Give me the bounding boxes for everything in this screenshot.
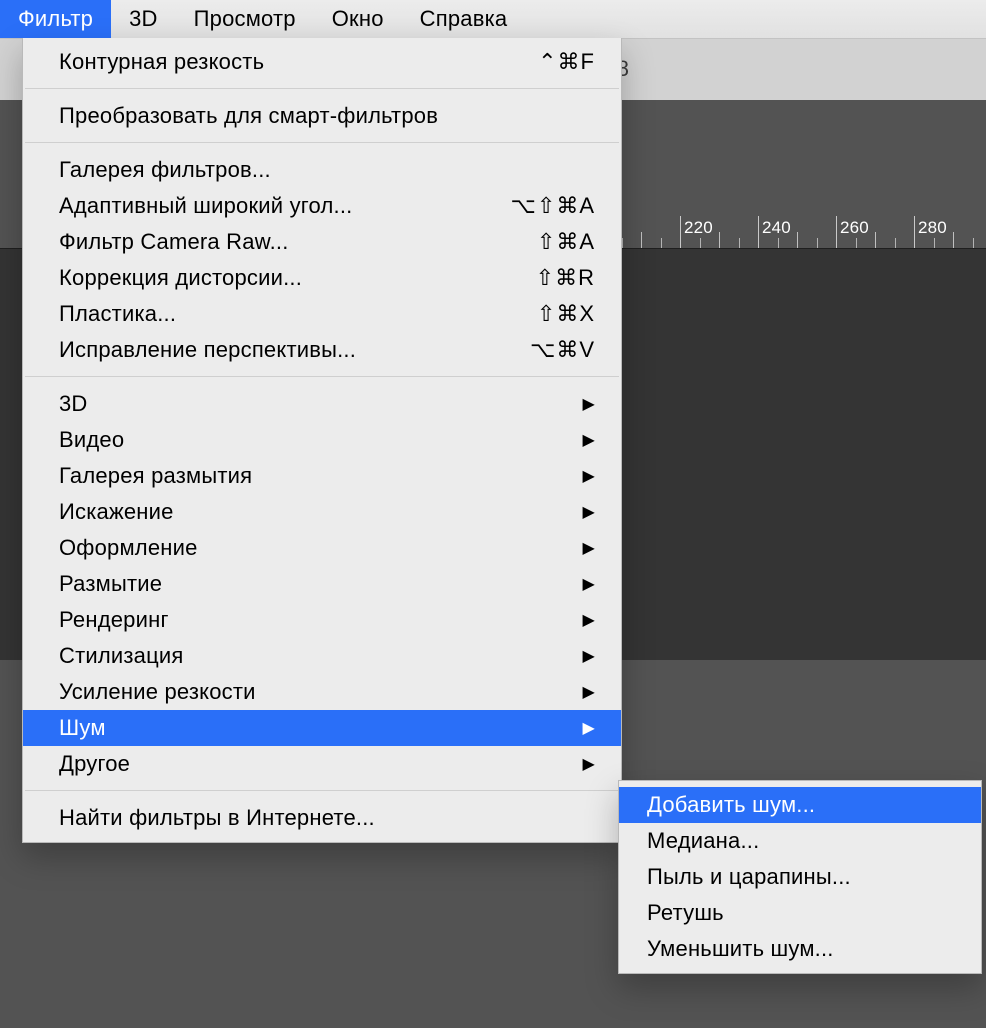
menu-item-shortcut: ⇧⌘A	[537, 229, 595, 255]
submenu-item-label: Медиана...	[647, 828, 759, 854]
menu-item[interactable]: Искажение▶	[23, 494, 621, 530]
menu-item-label: Фильтр Camera Raw...	[59, 229, 537, 255]
menu-item-label: Видео	[59, 427, 582, 453]
menu-item-label: Оформление	[59, 535, 582, 561]
menubar-item-справка[interactable]: Справка	[402, 0, 526, 38]
menu-item-label: Стилизация	[59, 643, 582, 669]
submenu-arrow-icon: ▶	[582, 538, 595, 558]
menu-item[interactable]: Шум▶	[23, 710, 621, 746]
menu-item-label: Адаптивный широкий угол...	[59, 193, 511, 219]
menu-item[interactable]: Галерея размытия▶	[23, 458, 621, 494]
menu-item-label: 3D	[59, 391, 582, 417]
ruler-label: 280	[918, 218, 947, 238]
submenu-item[interactable]: Уменьшить шум...	[619, 931, 981, 967]
menu-separator	[25, 88, 619, 90]
submenu-arrow-icon: ▶	[582, 430, 595, 450]
menu-item-label: Пластика...	[59, 301, 537, 327]
ruler-label: 240	[762, 218, 791, 238]
menu-item[interactable]: Контурная резкость⌃⌘F	[23, 44, 621, 80]
menu-item-label: Преобразовать для смарт-фильтров	[59, 103, 595, 129]
menu-item-label: Найти фильтры в Интернете...	[59, 805, 595, 831]
ruler-label: 220	[684, 218, 713, 238]
submenu-arrow-icon: ▶	[582, 574, 595, 594]
menubar: Фильтр3DПросмотрОкноСправка	[0, 0, 986, 39]
submenu-item[interactable]: Медиана...	[619, 823, 981, 859]
menu-item[interactable]: Фильтр Camera Raw...⇧⌘A	[23, 224, 621, 260]
menu-item[interactable]: Видео▶	[23, 422, 621, 458]
menu-item-label: Искажение	[59, 499, 582, 525]
submenu-item-label: Ретушь	[647, 900, 724, 926]
menu-item-label: Галерея фильтров...	[59, 157, 595, 183]
menu-item[interactable]: Коррекция дисторсии...⇧⌘R	[23, 260, 621, 296]
menu-item-label: Коррекция дисторсии...	[59, 265, 536, 291]
menu-item[interactable]: 3D▶	[23, 386, 621, 422]
menu-item[interactable]: Галерея фильтров...	[23, 152, 621, 188]
menu-item[interactable]: Оформление▶	[23, 530, 621, 566]
menu-separator	[25, 142, 619, 144]
submenu-arrow-icon: ▶	[582, 394, 595, 414]
menu-item[interactable]: Рендеринг▶	[23, 602, 621, 638]
menu-item-label: Усиление резкости	[59, 679, 582, 705]
ruler-label: 260	[840, 218, 869, 238]
menu-item[interactable]: Стилизация▶	[23, 638, 621, 674]
submenu-arrow-icon: ▶	[582, 466, 595, 486]
submenu-arrow-icon: ▶	[582, 682, 595, 702]
menu-item[interactable]: Пластика...⇧⌘X	[23, 296, 621, 332]
submenu-arrow-icon: ▶	[582, 754, 595, 774]
menubar-item-просмотр[interactable]: Просмотр	[176, 0, 314, 38]
menu-item-label: Размытие	[59, 571, 582, 597]
menu-item[interactable]: Другое▶	[23, 746, 621, 782]
menu-item-shortcut: ⌥⌘V	[530, 337, 595, 363]
submenu-item-label: Пыль и царапины...	[647, 864, 851, 890]
submenu-arrow-icon: ▶	[582, 502, 595, 522]
submenu-item[interactable]: Добавить шум...	[619, 787, 981, 823]
menu-separator	[25, 790, 619, 792]
submenu-item[interactable]: Ретушь	[619, 895, 981, 931]
menu-item-label: Исправление перспективы...	[59, 337, 530, 363]
menu-item-shortcut: ⌥⇧⌘A	[511, 193, 595, 219]
submenu-item[interactable]: Пыль и царапины...	[619, 859, 981, 895]
menu-item[interactable]: Размытие▶	[23, 566, 621, 602]
menu-item-label: Шум	[59, 715, 582, 741]
submenu-arrow-icon: ▶	[582, 646, 595, 666]
menu-separator	[25, 376, 619, 378]
submenu-arrow-icon: ▶	[582, 610, 595, 630]
menu-item[interactable]: Найти фильтры в Интернете...	[23, 800, 621, 836]
menubar-item-3d[interactable]: 3D	[111, 0, 176, 38]
filter-menu: Контурная резкость⌃⌘F Преобразовать для с…	[22, 38, 622, 843]
submenu-item-label: Уменьшить шум...	[647, 936, 834, 962]
menu-item-label: Другое	[59, 751, 582, 777]
menu-item-label: Галерея размытия	[59, 463, 582, 489]
menu-item-shortcut: ⇧⌘R	[536, 265, 595, 291]
noise-submenu: Добавить шум... Медиана... Пыль и царапины…	[618, 780, 982, 974]
menu-item[interactable]: Исправление перспективы...⌥⌘V	[23, 332, 621, 368]
menu-item-label: Контурная резкость	[59, 49, 538, 75]
menu-item[interactable]: Усиление резкости▶	[23, 674, 621, 710]
menubar-item-фильтр[interactable]: Фильтр	[0, 0, 111, 38]
menu-item-label: Рендеринг	[59, 607, 582, 633]
menu-item[interactable]: Преобразовать для смарт-фильтров	[23, 98, 621, 134]
menu-item[interactable]: Адаптивный широкий угол...⌥⇧⌘A	[23, 188, 621, 224]
menubar-item-окно[interactable]: Окно	[314, 0, 402, 38]
submenu-item-label: Добавить шум...	[647, 792, 815, 818]
menu-item-shortcut: ⌃⌘F	[538, 49, 595, 75]
menu-item-shortcut: ⇧⌘X	[537, 301, 595, 327]
submenu-arrow-icon: ▶	[582, 718, 595, 738]
